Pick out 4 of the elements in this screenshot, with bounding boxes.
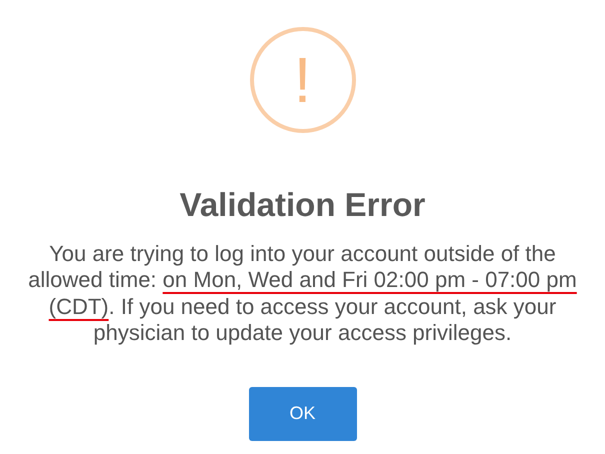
- warning-icon: !: [250, 27, 356, 133]
- dialog-title: Validation Error: [180, 185, 426, 225]
- error-message: You are trying to log into your account outside of the allowed time: on Mon, Wed and Fri 02:00 pm - 07:00 pm (CDT). If you need to access your account, ask your physician to update your access privileges.: [27, 240, 578, 347]
- ok-button[interactable]: OK: [248, 386, 356, 441]
